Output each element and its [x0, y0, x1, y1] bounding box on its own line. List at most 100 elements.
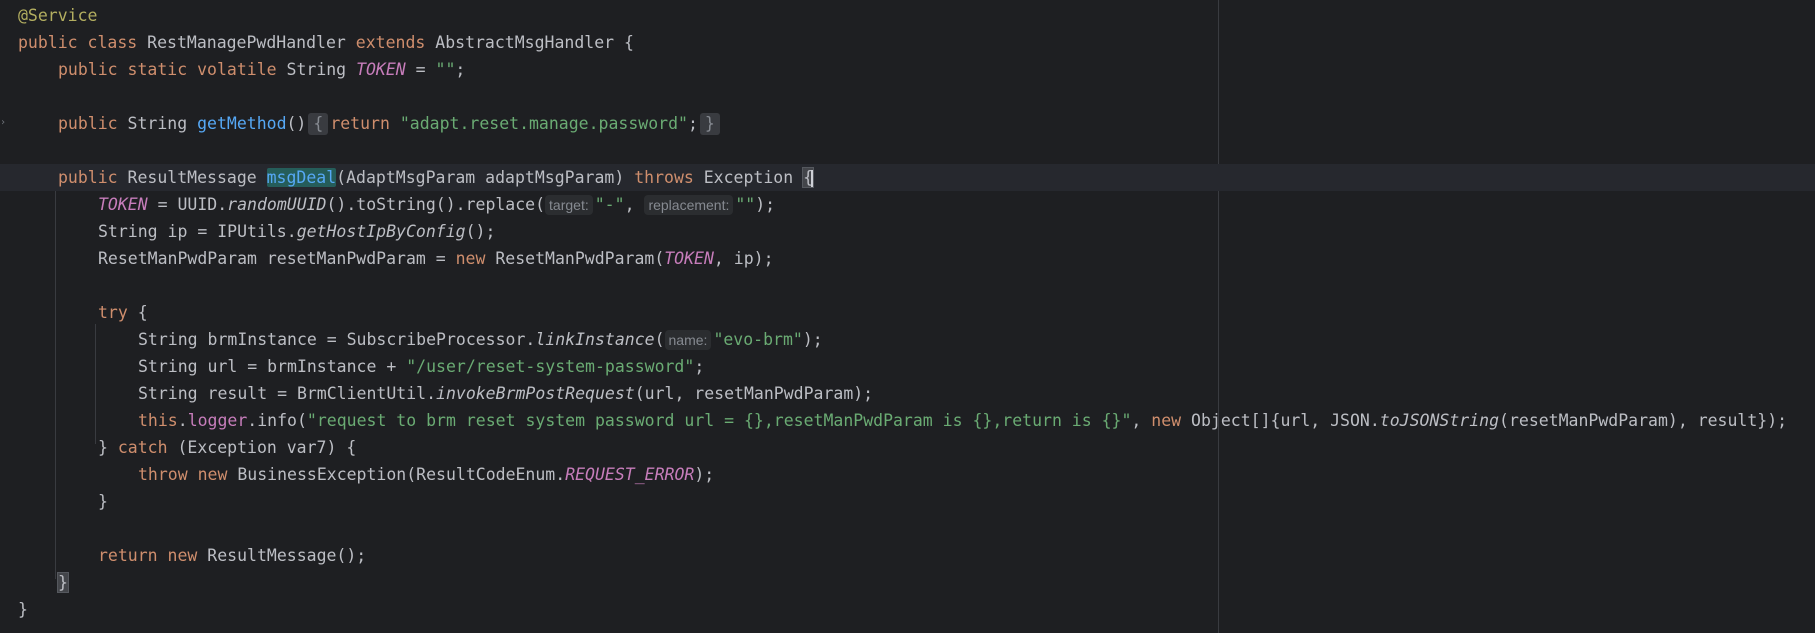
keyword: class: [87, 33, 138, 52]
code-line-14[interactable]: String url = brmInstance + "/user/reset-…: [0, 353, 1815, 380]
keyword: public: [58, 60, 118, 79]
keyword: throws: [634, 168, 694, 187]
fold-marker[interactable]: {: [308, 113, 329, 135]
code-line-23[interactable]: }: [0, 596, 1815, 623]
parens: (): [286, 114, 307, 133]
type: String: [286, 60, 347, 79]
code-line-7[interactable]: public ResultMessage msgDeal(AdaptMsgPar…: [0, 164, 1815, 191]
code-line-16[interactable]: this.logger.info("request to brm reset s…: [0, 407, 1815, 434]
keyword: throw: [138, 465, 188, 484]
static-method: randomUUID: [227, 195, 327, 214]
code: = UUID.: [147, 195, 228, 214]
code-line-9[interactable]: String ip = IPUtils.getHostIpByConfig();: [0, 218, 1815, 245]
code: Object[]{url, JSON.: [1181, 411, 1380, 430]
parent-class: AbstractMsgHandler: [435, 33, 615, 52]
code-line-18[interactable]: throw new BusinessException(ResultCodeEn…: [0, 461, 1815, 488]
constant: TOKEN: [356, 60, 406, 79]
code-line-13[interactable]: String brmInstance = SubscribeProcessor.…: [0, 326, 1815, 353]
brace: }: [98, 438, 118, 457]
method-name: msgDeal: [266, 168, 337, 187]
code: String result = BrmClientUtil.: [138, 384, 437, 403]
code: ResetManPwdParam(: [485, 249, 665, 268]
keyword: return: [330, 114, 390, 133]
string: "/user/reset-system-password": [406, 357, 695, 376]
code: ;: [694, 357, 705, 376]
parameter-hint: replacement:: [644, 195, 734, 215]
keyword: return: [98, 546, 158, 565]
brace: {: [624, 33, 634, 52]
code: ResultMessage();: [197, 546, 367, 565]
static-method: toJSONString: [1379, 411, 1500, 430]
fold-marker[interactable]: }: [699, 113, 720, 135]
string: "adapt.reset.manage.password": [399, 114, 688, 133]
keyword: public: [58, 168, 118, 187]
keyword: static: [127, 60, 188, 79]
code: (Exception var7) {: [167, 438, 357, 457]
type: ResultMessage: [127, 168, 257, 187]
constant: TOKEN: [664, 249, 714, 268]
static-method: getHostIpByConfig: [296, 222, 466, 241]
code-line-15[interactable]: String result = BrmClientUtil.invokeBrmP…: [0, 380, 1815, 407]
type: String: [127, 114, 188, 133]
field: logger: [187, 411, 248, 430]
static-method: invokeBrmPostRequest: [436, 384, 635, 403]
string: "": [435, 60, 456, 79]
static-method: linkInstance: [535, 330, 655, 349]
code: .info(: [247, 411, 307, 430]
string: "request to brm reset system password ur…: [306, 411, 1132, 430]
code-line-3[interactable]: public static volatile String TOKEN = ""…: [0, 56, 1815, 83]
parameter-hint: name:: [664, 330, 712, 350]
code-line-10[interactable]: ResetManPwdParam resetManPwdParam = new …: [0, 245, 1815, 272]
keyword: this: [138, 411, 178, 430]
code: (: [654, 330, 665, 349]
brace: }: [18, 600, 28, 619]
code: );: [802, 330, 823, 349]
annotation: @Service: [18, 6, 98, 25]
semicolon: ;: [455, 60, 466, 79]
comma: ,: [1131, 411, 1152, 430]
parameters: (AdaptMsgParam adaptMsgParam): [336, 168, 625, 187]
code: (url, resetManPwdParam);: [634, 384, 874, 403]
code: );: [694, 465, 715, 484]
code: String brmInstance = SubscribeProcessor.: [138, 330, 536, 349]
code: ();: [465, 222, 496, 241]
class-name: RestManagePwdHandler: [147, 33, 346, 52]
code-line-8[interactable]: TOKEN = UUID.randomUUID().toString().rep…: [0, 191, 1815, 218]
code-line-22[interactable]: }: [0, 569, 1815, 596]
text-caret: [811, 169, 814, 188]
keyword: public: [18, 33, 78, 52]
keyword: public: [58, 114, 118, 133]
code-line-2[interactable]: public class RestManagePwdHandler extend…: [0, 29, 1815, 56]
brace: {: [127, 303, 148, 322]
code: (resetManPwdParam), result});: [1499, 411, 1788, 430]
brace: }: [98, 492, 108, 511]
string: "": [735, 195, 756, 214]
code: BusinessException(ResultCodeEnum.: [227, 465, 566, 484]
keyword: try: [98, 303, 128, 322]
code-line-5[interactable]: public String getMethod(){return "adapt.…: [0, 110, 1815, 137]
constant: TOKEN: [98, 195, 148, 214]
keyword: volatile: [197, 60, 277, 79]
keyword: new: [197, 465, 228, 484]
string: "-": [594, 195, 625, 214]
code: String ip = IPUtils.: [98, 222, 297, 241]
semicolon: ;: [687, 114, 698, 133]
code-line-19[interactable]: }: [0, 488, 1815, 515]
code: );: [755, 195, 776, 214]
code-line-12[interactable]: try {: [0, 299, 1815, 326]
code-line-21[interactable]: return new ResultMessage();: [0, 542, 1815, 569]
constant: REQUEST_ERROR: [565, 465, 695, 484]
keyword: catch: [117, 438, 168, 457]
brace: }: [57, 572, 69, 593]
method-name: getMethod: [197, 114, 287, 133]
keyword: new: [455, 249, 486, 268]
comma: ,: [624, 195, 645, 214]
operator: =: [415, 60, 426, 79]
parameter-hint: target:: [545, 195, 593, 215]
code-line-1[interactable]: @Service: [0, 2, 1815, 29]
code-editor[interactable]: › @Service public class RestManagePwdHan…: [0, 0, 1815, 633]
keyword: new: [167, 546, 198, 565]
code-line-17[interactable]: } catch (Exception var7) {: [0, 434, 1815, 461]
code: .: [177, 411, 188, 430]
keyword: extends: [355, 33, 426, 52]
